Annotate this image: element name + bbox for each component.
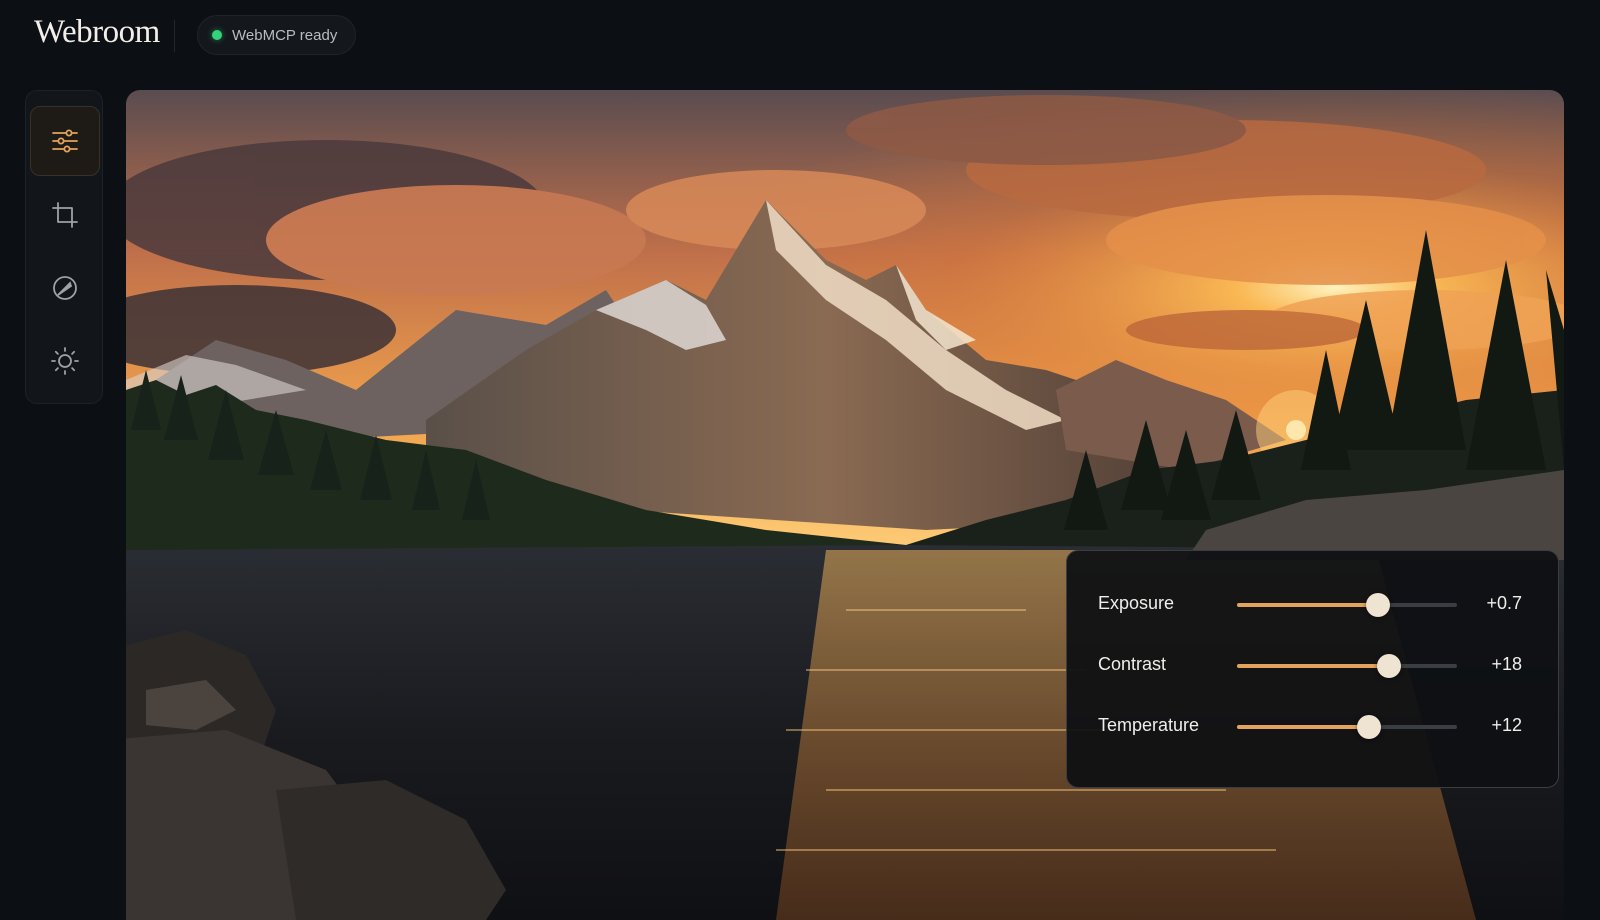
adjustment-label: Exposure	[1098, 593, 1175, 613]
tool-adjust-button[interactable]	[30, 106, 100, 176]
tool-crop-button[interactable]	[30, 180, 100, 250]
slider-fill	[1237, 725, 1369, 729]
photo-canvas[interactable]	[126, 90, 1564, 920]
adjustment-row-exposure: Exposure +0.7	[1067, 584, 1558, 624]
adjustment-value: +0.7	[1486, 593, 1522, 613]
tool-filter-button[interactable]	[30, 253, 100, 323]
tool-sidebar	[25, 90, 103, 404]
tool-light-button[interactable]	[30, 326, 100, 396]
crop-icon	[52, 202, 78, 228]
adjustment-panel: Exposure +0.7 Contrast +18 Temperature +…	[1066, 550, 1559, 788]
adjustment-value: +18	[1491, 654, 1522, 674]
header-divider	[174, 20, 175, 52]
status-label: WebMCP ready	[232, 26, 338, 44]
slash-circle-icon	[53, 276, 77, 300]
sun-icon	[51, 347, 79, 375]
adjustment-label: Temperature	[1098, 715, 1200, 735]
app-logo: Webroom	[34, 14, 160, 50]
slider-thumb[interactable]	[1365, 593, 1390, 617]
slider-fill	[1237, 603, 1378, 607]
adjustment-row-contrast: Contrast +18	[1067, 645, 1558, 685]
landscape-photo	[126, 90, 1564, 920]
status-dot-icon	[212, 30, 222, 40]
contrast-slider[interactable]	[1237, 654, 1457, 678]
adjustment-label: Contrast	[1098, 654, 1167, 674]
status-badge: WebMCP ready	[197, 15, 357, 55]
adjustment-value: +12	[1491, 715, 1522, 735]
adjustment-row-temperature: Temperature +12	[1067, 706, 1558, 746]
slider-thumb[interactable]	[1357, 715, 1381, 739]
slider-thumb[interactable]	[1376, 654, 1401, 678]
temperature-slider[interactable]	[1237, 715, 1457, 739]
sliders-icon	[52, 129, 78, 153]
slider-fill	[1237, 664, 1389, 668]
exposure-slider[interactable]	[1237, 593, 1457, 617]
